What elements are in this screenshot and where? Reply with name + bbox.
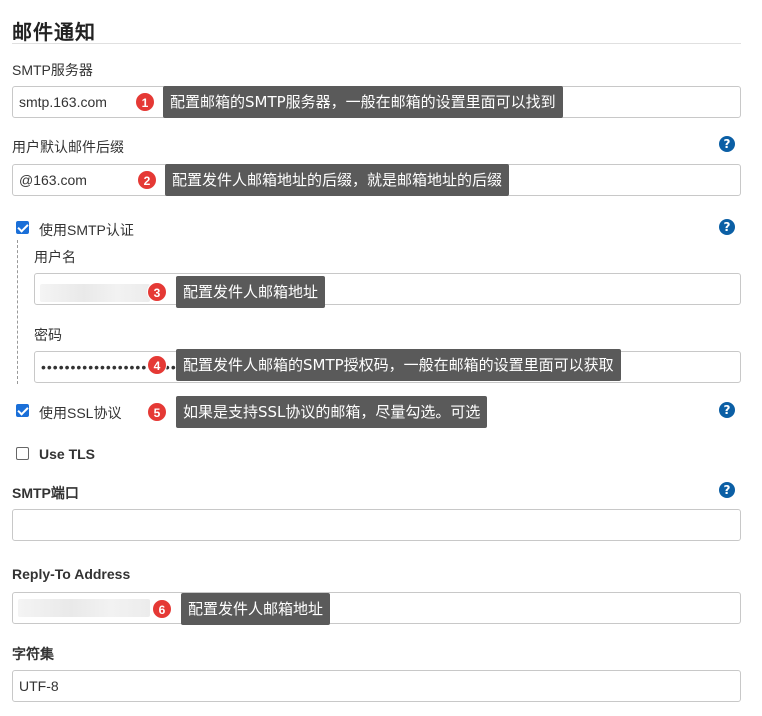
charset-label: 字符集: [12, 646, 54, 662]
annotation-badge: 2: [137, 170, 157, 190]
help-icon[interactable]: ?: [719, 219, 735, 235]
annotation-tooltip: 配置发件人邮箱地址: [181, 593, 331, 625]
section-title: 邮件通知: [12, 22, 96, 44]
tls-checkbox[interactable]: [16, 447, 29, 460]
smtp-port-input[interactable]: [12, 509, 741, 541]
annotation-tooltip: 配置发件人邮箱地址: [176, 276, 326, 308]
help-icon[interactable]: ?: [719, 482, 735, 498]
smtp-auth-checkbox[interactable]: [16, 221, 29, 234]
reply-to-label: Reply-To Address: [12, 566, 131, 582]
annotation-badge: 6: [152, 599, 172, 619]
reply-to-redacted: [18, 599, 150, 617]
annotation-badge: 3: [147, 282, 167, 302]
help-icon[interactable]: ?: [719, 136, 735, 152]
smtp-server-label: SMTP服务器: [12, 62, 93, 78]
annotation-badge: 4: [147, 355, 167, 375]
default-suffix-label: 用户默认邮件后缀: [12, 139, 124, 155]
smtp-port-label: SMTP端口: [12, 485, 79, 501]
annotation-badge: 1: [135, 92, 155, 112]
ssl-label: 使用SSL协议: [39, 405, 122, 421]
ssl-checkbox[interactable]: [16, 404, 29, 417]
charset-input[interactable]: UTF-8: [12, 670, 741, 702]
annotation-tooltip: 如果是支持SSL协议的邮箱，尽量勾选。可选: [176, 396, 488, 428]
smtp-auth-label: 使用SMTP认证: [39, 222, 134, 238]
tls-label: Use TLS: [39, 446, 96, 462]
auth-group-guide: [17, 240, 18, 384]
section-divider: [12, 43, 741, 44]
annotation-badge: 5: [147, 402, 167, 422]
annotation-tooltip: 配置邮箱的SMTP服务器，一般在邮箱的设置里面可以找到: [163, 86, 563, 118]
annotation-tooltip: 配置发件人邮箱的SMTP授权码，一般在邮箱的设置里面可以获取: [176, 349, 621, 381]
password-label: 密码: [34, 327, 62, 343]
username-label: 用户名: [34, 249, 76, 265]
username-redacted: [40, 284, 150, 302]
annotation-tooltip: 配置发件人邮箱地址的后缀，就是邮箱地址的后缀: [165, 164, 510, 196]
help-icon[interactable]: ?: [719, 402, 735, 418]
